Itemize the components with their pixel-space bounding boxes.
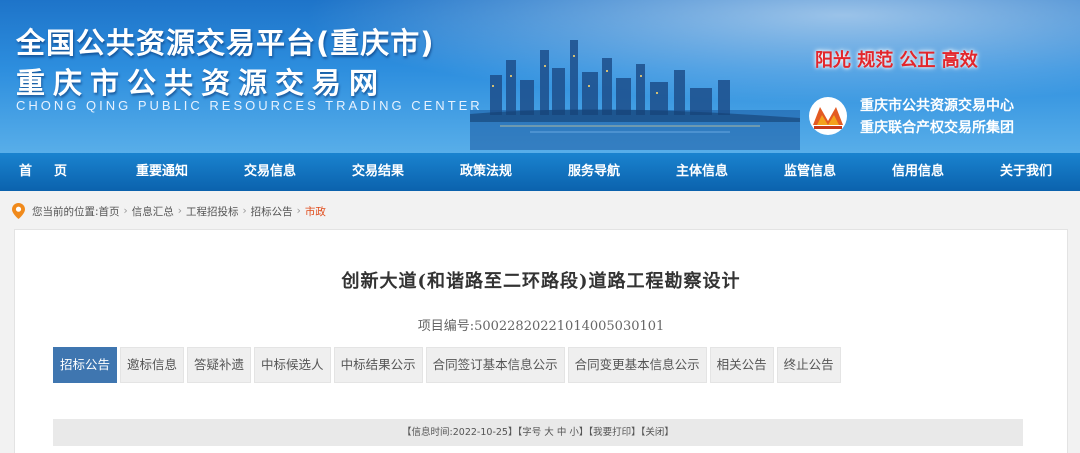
org-name-secondary: 重庆联合产权交易所集团	[860, 120, 1014, 136]
breadcrumb-tender-notice[interactable]: 招标公告	[251, 204, 293, 219]
nav-home[interactable]: 首页	[0, 153, 108, 191]
font-medium-button[interactable]: 中	[557, 427, 567, 438]
project-number-label: 项目编号:	[417, 319, 475, 334]
project-number-value: 500228202210140050301​01	[474, 319, 665, 334]
nav-about-us[interactable]: 关于我们	[972, 153, 1080, 191]
info-date-prefix: 【信息时间:	[402, 427, 453, 438]
tab-award-result[interactable]: 中标结果公示	[333, 347, 423, 383]
breadcrumb-home[interactable]: 首页	[99, 204, 120, 219]
breadcrumb-current[interactable]: 市政	[305, 204, 326, 219]
notice-card: 创新大道(和谐路至二环路段)道路工程勘察设计 项目编号:500228202210…	[14, 229, 1068, 453]
city-skyline-image	[470, 40, 800, 150]
org-name-primary: 重庆市公共资源交易中心	[860, 98, 1014, 114]
breadcrumb-prefix: 您当前的位置:	[32, 205, 99, 218]
breadcrumb-separator: ›	[296, 205, 301, 217]
platform-title: 全国公共资源交易平台(重庆市)	[16, 26, 435, 60]
project-title: 创新大道(和谐路至二环路段)道路工程勘察设计	[341, 271, 741, 292]
info-date: 2022-10-25	[452, 427, 508, 438]
nav-important-notices[interactable]: 重要通知	[108, 153, 216, 191]
nav-trade-results[interactable]: 交易结果	[324, 153, 432, 191]
tab-contract-signing[interactable]: 合同签订基本信息公示	[425, 347, 565, 383]
breadcrumb-separator: ›	[123, 205, 128, 217]
tab-invitation-info[interactable]: 邀标信息	[120, 347, 185, 383]
breadcrumb-separator: ›	[242, 205, 247, 217]
tab-termination-notice[interactable]: 终止公告	[776, 347, 841, 383]
tab-tender-notice[interactable]: 招标公告	[53, 347, 118, 383]
tab-related-notices[interactable]: 相关公告	[709, 347, 774, 383]
nav-trade-info[interactable]: 交易信息	[216, 153, 324, 191]
site-title: 重庆市公共资源交易网	[16, 66, 387, 100]
nav-service-guide[interactable]: 服务导航	[540, 153, 648, 191]
info-toolbar: 【信息时间:2022-10-25】【字号 大 中 小】【我要打印】【关闭】	[53, 419, 1023, 446]
tab-qa-addendum[interactable]: 答疑补遗	[187, 347, 252, 383]
notice-tabs: 招标公告 邀标信息 答疑补遗 中标候选人 中标结果公示 合同签订基本信息公示 合…	[53, 347, 844, 383]
map-pin-icon	[12, 203, 25, 219]
nav-policies[interactable]: 政策法规	[432, 153, 540, 191]
font-small-button[interactable]: 小	[569, 427, 579, 438]
project-number: 项目编号:500228202210140050301​01	[15, 315, 1067, 334]
breadcrumb: 您当前的位置: 首页 › 信息汇总 › 工程招投标 › 招标公告 › 市政	[12, 201, 326, 221]
site-title-english: CHONG QING PUBLIC RESOURCES TRADING CENT…	[16, 98, 483, 113]
nav-supervision-info[interactable]: 监管信息	[756, 153, 864, 191]
font-size-label: 【字号	[517, 427, 542, 438]
close-button[interactable]: 【关闭】	[641, 427, 674, 438]
breadcrumb-separator: ›	[177, 205, 182, 217]
font-size-close: 】	[578, 427, 589, 438]
breadcrumb-engineering-bidding[interactable]: 工程招投标	[186, 204, 239, 219]
slogan-text: 阳光 规范 公正 高效	[815, 50, 978, 71]
nav-credit-info[interactable]: 信用信息	[864, 153, 972, 191]
header-banner: 全国公共资源交易平台(重庆市) 重庆市公共资源交易网 CHONG QING PU…	[0, 0, 1080, 153]
breadcrumb-info-summary[interactable]: 信息汇总	[132, 204, 174, 219]
tab-winning-candidates[interactable]: 中标候选人	[254, 347, 331, 383]
main-nav: 首页 重要通知 交易信息 交易结果 政策法规 服务导航 主体信息 监管信息 信用…	[0, 153, 1080, 191]
org-logo-icon	[809, 97, 847, 135]
nav-entity-info[interactable]: 主体信息	[648, 153, 756, 191]
tab-contract-change[interactable]: 合同变更基本信息公示	[567, 347, 707, 383]
font-large-button[interactable]: 大	[544, 427, 554, 438]
print-button[interactable]: 【我要打印】	[588, 427, 640, 438]
